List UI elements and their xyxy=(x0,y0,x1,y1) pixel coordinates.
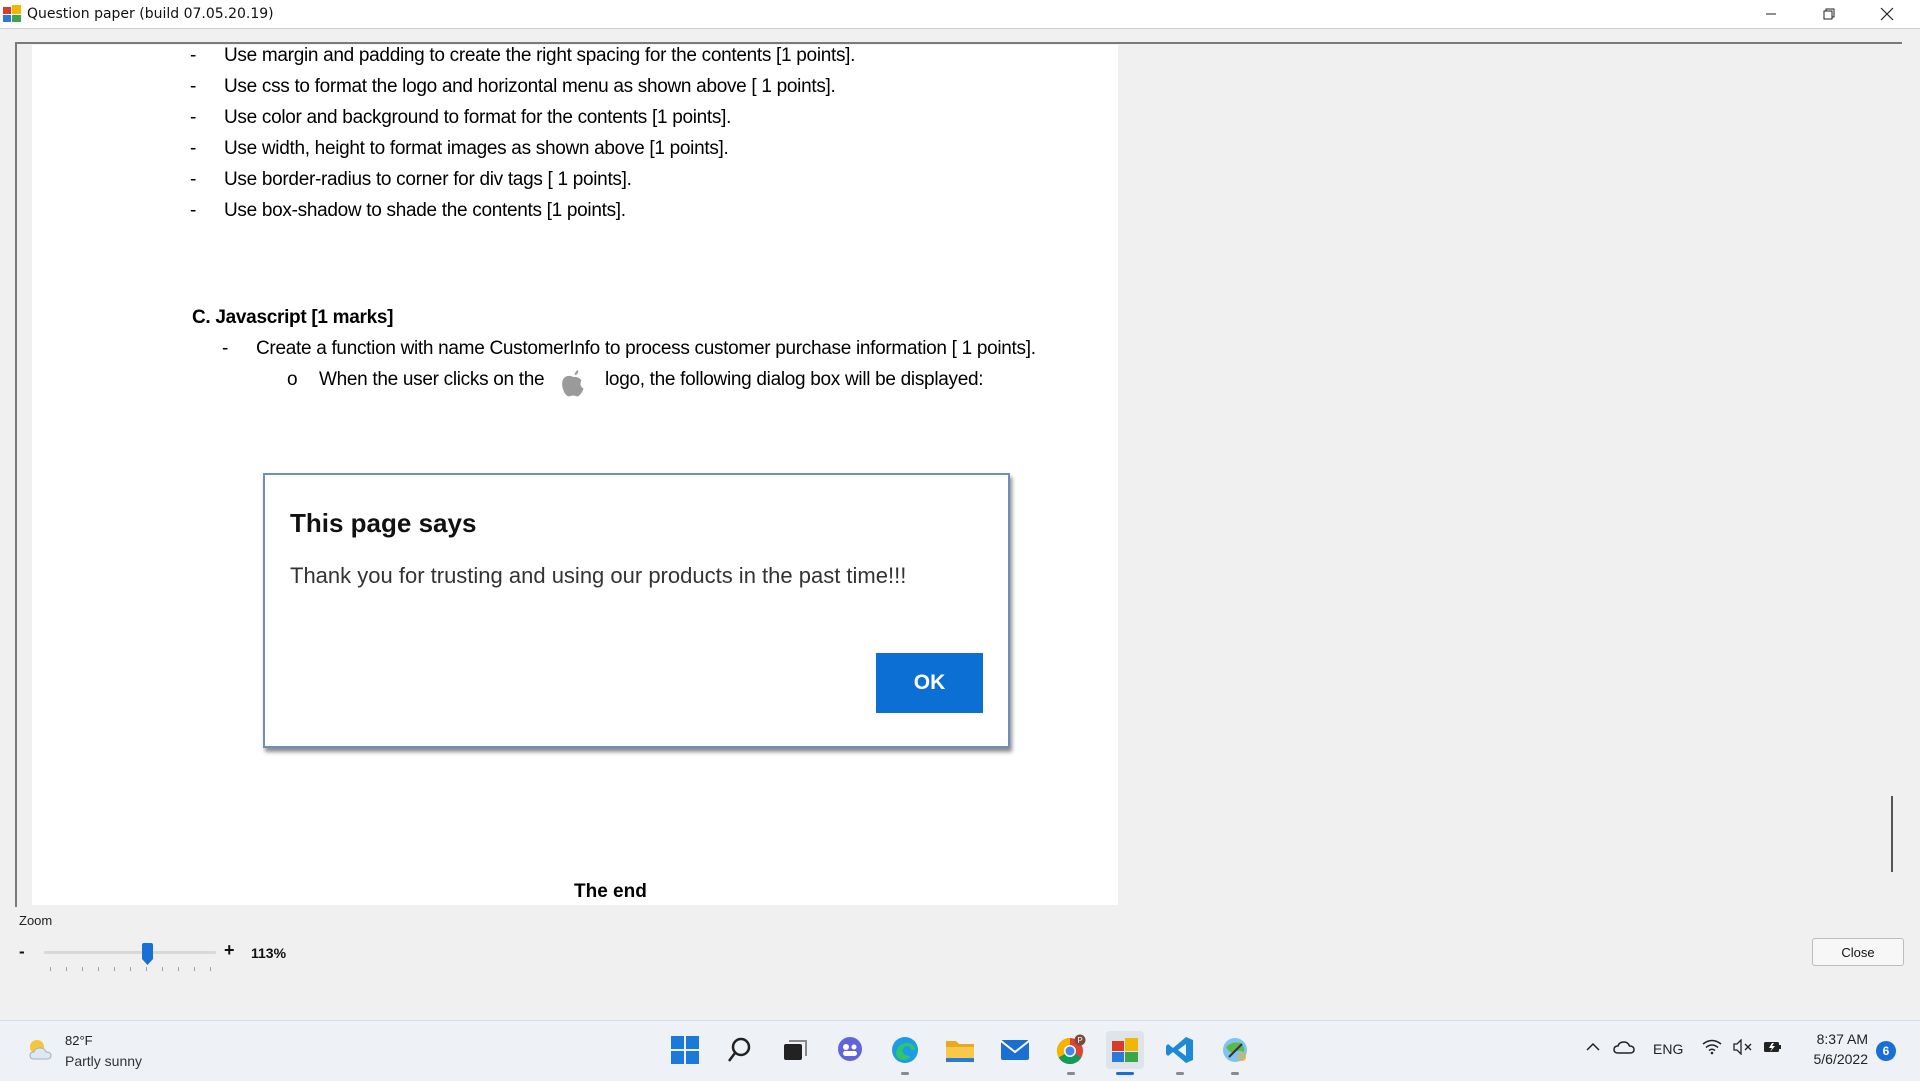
question-paper-app-icon xyxy=(1112,1038,1138,1062)
bullet-text: Use box-shadow to shade the contents [1 … xyxy=(224,200,626,221)
start-button[interactable] xyxy=(666,1031,704,1069)
bullet-dash: - xyxy=(190,169,197,190)
dialog-message: Thank you for trusting and using our pro… xyxy=(290,563,907,588)
sub-bullet-text-before: When the user clicks on the xyxy=(319,369,545,390)
edge-icon xyxy=(892,1037,918,1063)
close-window-button[interactable] xyxy=(1858,0,1916,28)
zoom-slider-track[interactable] xyxy=(44,951,216,954)
vscode-icon xyxy=(1166,1037,1193,1063)
minimize-icon xyxy=(1766,13,1776,15)
question-paper-taskbar-button[interactable] xyxy=(1106,1031,1144,1075)
notification-badge[interactable]: 6 xyxy=(1876,1041,1896,1061)
dialog-ok-button-image: OK xyxy=(876,653,983,713)
close-button[interactable]: Close xyxy=(1812,938,1904,966)
start-icon xyxy=(671,1036,699,1064)
zoom-in-button[interactable]: + xyxy=(224,940,235,961)
taskbar: 82°F Partly sunny P ENG 8:37 AM 5/6/2022… xyxy=(0,1020,1920,1081)
search-button[interactable] xyxy=(721,1031,759,1069)
running-indicator xyxy=(1067,1072,1075,1075)
chrome-button[interactable]: P xyxy=(1052,1031,1090,1075)
zoom-value: 113% xyxy=(251,945,287,961)
zoom-slider-ticks xyxy=(50,967,211,971)
wifi-icon[interactable] xyxy=(1702,1039,1722,1055)
dialog-screenshot: This page says Thank you for trusting an… xyxy=(263,473,1010,748)
snipping-tool-icon xyxy=(1223,1038,1247,1062)
file-explorer-button[interactable] xyxy=(941,1031,979,1069)
bullet-text: Use margin and padding to create the rig… xyxy=(224,45,856,66)
zoom-out-button[interactable]: - xyxy=(19,942,25,962)
task-view-button[interactable] xyxy=(776,1031,814,1069)
partly-sunny-icon[interactable] xyxy=(26,1037,56,1063)
running-indicator xyxy=(1231,1072,1239,1075)
zoom-label: Zoom xyxy=(19,913,53,928)
window-title: Question paper (build 07.05.20.19) xyxy=(27,6,274,22)
bullet-text: Use color and background to format for t… xyxy=(224,107,732,128)
sub-bullet-text-after: logo, the following dialog box will be d… xyxy=(605,369,984,390)
restore-icon xyxy=(1823,8,1835,20)
vertical-scrollbar-thumb[interactable] xyxy=(1891,796,1893,872)
search-icon xyxy=(728,1037,751,1062)
title-bar: Question paper (build 07.05.20.19) xyxy=(0,0,1920,29)
bullet-text: Use border-radius to corner for div tags… xyxy=(224,169,632,190)
chat-button[interactable] xyxy=(831,1031,869,1069)
speaker-muted-icon[interactable] xyxy=(1733,1039,1753,1055)
clock-date[interactable]: 5/6/2022 xyxy=(1800,1051,1869,1067)
vscode-button[interactable] xyxy=(1161,1031,1199,1075)
sub-bullet-marker: o xyxy=(287,369,298,390)
weather-condition[interactable]: Partly sunny xyxy=(65,1053,142,1069)
clock-time[interactable]: 8:37 AM xyxy=(1808,1031,1868,1047)
weather-temperature[interactable]: 82°F xyxy=(65,1033,93,1048)
chevron-up-icon[interactable] xyxy=(1585,1039,1601,1055)
chat-icon xyxy=(838,1037,862,1061)
the-end-text: The end xyxy=(574,881,647,902)
question-page: - Use margin and padding to create the ri… xyxy=(32,45,1118,905)
bullet-dash: - xyxy=(222,338,229,359)
task-view-icon xyxy=(784,1040,807,1060)
bullet-text: Use css to format the logo and horizonta… xyxy=(224,76,836,97)
mail-button[interactable] xyxy=(996,1031,1034,1069)
restore-button[interactable] xyxy=(1800,0,1858,28)
section-c-heading: C. Javascript [1 marks] xyxy=(192,307,394,328)
battery-charging-icon[interactable] xyxy=(1763,1039,1783,1055)
close-icon xyxy=(1880,7,1894,21)
bullet-text: Use width, height to format images as sh… xyxy=(224,138,729,159)
bullet-text: Create a function with name CustomerInfo… xyxy=(256,338,1036,359)
running-indicator xyxy=(901,1072,909,1075)
dialog-title: This page says xyxy=(290,508,477,538)
zoom-slider-thumb[interactable] xyxy=(141,943,154,966)
bullet-dash: - xyxy=(190,45,197,66)
active-indicator xyxy=(1116,1072,1134,1075)
bullet-dash: - xyxy=(190,107,197,128)
minimize-button[interactable] xyxy=(1742,0,1800,28)
onedrive-icon[interactable] xyxy=(1613,1039,1635,1055)
chrome-icon: P xyxy=(1056,1034,1086,1065)
language-indicator[interactable]: ENG xyxy=(1653,1041,1683,1057)
running-indicator xyxy=(1176,1072,1184,1075)
snipping-tool-button[interactable] xyxy=(1216,1031,1254,1075)
bullet-dash: - xyxy=(190,76,197,97)
bullet-dash: - xyxy=(190,138,197,159)
svg-text:P: P xyxy=(1077,1036,1082,1045)
app-icon xyxy=(3,5,21,22)
mail-icon xyxy=(1000,1040,1030,1060)
apple-logo-icon xyxy=(562,370,584,397)
bullet-dash: - xyxy=(190,200,197,221)
edge-button[interactable] xyxy=(886,1031,924,1075)
file-explorer-icon xyxy=(946,1041,974,1062)
